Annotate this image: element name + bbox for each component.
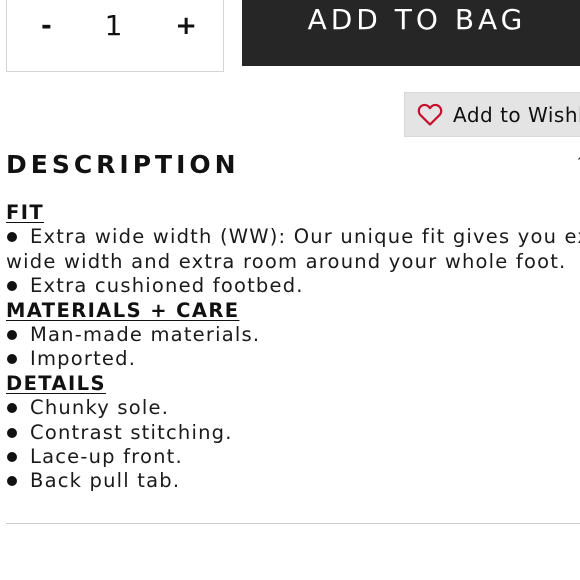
list-item: Back pull tab. (6, 469, 580, 493)
list-item: Lace-up front. (6, 445, 580, 469)
description-heading: DESCRIPTION (6, 150, 240, 179)
description-content: FIT Extra wide width (WW): Our unique fi… (6, 201, 580, 494)
add-to-wishlist-button[interactable]: Add to Wishlis (404, 92, 580, 137)
quantity-stepper: - 1 + (6, 0, 224, 72)
fit-list: Extra wide width (WW): Our unique fit gi… (6, 225, 580, 298)
list-item: Extra cushioned footbed. (6, 274, 580, 298)
quantity-value[interactable]: 1 (105, 9, 123, 42)
divider (6, 523, 580, 524)
collapse-chevron-icon[interactable]: ^ (576, 152, 580, 171)
materials-list: Man-made materials. Imported. (6, 323, 580, 372)
fit-item-line-2: wide width and extra room around your wh… (6, 249, 567, 273)
list-item: Chunky sole. (6, 396, 580, 420)
add-to-bag-button[interactable]: ADD TO BAG (242, 0, 580, 66)
list-item: Imported. (6, 347, 580, 371)
list-item: Extra wide width (WW): Our unique fit gi… (6, 225, 580, 274)
details-list: Chunky sole. Contrast stitching. Lace-up… (6, 396, 580, 494)
product-page: - 1 + ADD TO BAG Add to Wishlis DESCRIPT… (0, 0, 580, 580)
increment-button[interactable]: + (175, 11, 197, 41)
decrement-button[interactable]: - (41, 11, 52, 41)
heart-icon (417, 103, 443, 127)
list-item: Contrast stitching. (6, 421, 580, 445)
details-heading: DETAILS (6, 371, 106, 395)
fit-item-line-1: Extra wide width (WW): Our unique fit gi… (30, 225, 580, 249)
fit-heading: FIT (6, 201, 45, 224)
materials-heading: MATERIALS + CARE (6, 298, 240, 322)
wishlist-label: Add to Wishlis (453, 102, 580, 127)
list-item: Man-made materials. (6, 323, 580, 347)
add-to-bag-label: ADD TO BAG (307, 2, 527, 36)
